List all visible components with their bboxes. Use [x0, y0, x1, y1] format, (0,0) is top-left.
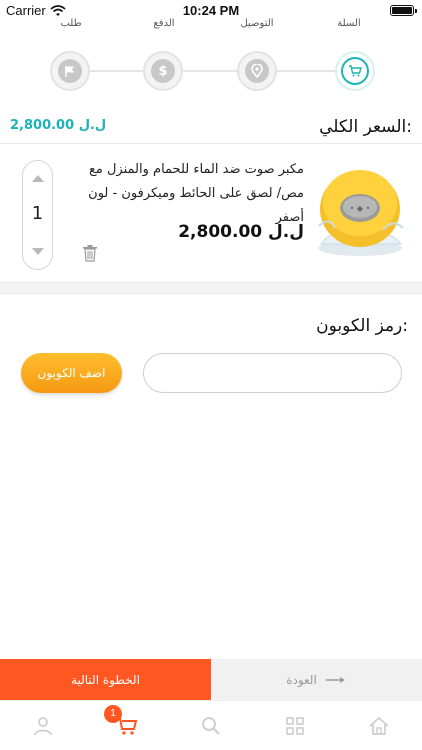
tab-profile[interactable]: [30, 713, 56, 739]
arrow-right-icon: [325, 676, 345, 683]
dollar-icon: $: [151, 59, 175, 83]
location-pin-icon: [245, 59, 269, 83]
yellow-speaker-product-image[interactable]: • ◆ •: [313, 156, 408, 261]
step-payment[interactable]: $: [143, 51, 183, 91]
coupon-label: رمز الكوبون:: [316, 316, 408, 336]
bottom-tab-bar: 1: [0, 700, 422, 750]
categories-icon: [286, 717, 304, 735]
tab-home[interactable]: [366, 713, 392, 739]
battery-icon: [390, 5, 417, 16]
svg-text:• ◆ •: • ◆ •: [350, 204, 371, 213]
coupon-input[interactable]: [143, 353, 402, 393]
next-step-button[interactable]: الخطوة التالية: [0, 659, 211, 700]
step-delivery[interactable]: [237, 51, 277, 91]
tab-cart[interactable]: 1: [104, 705, 140, 739]
checkout-steps: السلة التوصيل الدفع طلب $: [0, 16, 422, 96]
profile-icon: [34, 717, 52, 736]
quantity-value: 1: [31, 203, 44, 224]
cart-count-badge: 1: [104, 705, 122, 723]
quantity-stepper[interactable]: 1: [22, 160, 53, 270]
tab-categories[interactable]: [282, 713, 308, 739]
back-label: العودة: [286, 672, 317, 687]
back-button[interactable]: العودة: [211, 659, 422, 700]
checkout-actions: الخطوة التالية العودة: [0, 659, 422, 700]
total-summary: السعر الكلي: 2,800.00 ل.ل: [0, 112, 422, 144]
step-cart[interactable]: [335, 51, 375, 91]
trash-icon[interactable]: [82, 244, 98, 262]
increase-quantity-button[interactable]: [32, 175, 44, 182]
step-label-cart: السلة: [337, 18, 361, 29]
product-title[interactable]: مكبر صوت ضد الماء للحمام والمنزل مع مص/ …: [74, 158, 304, 230]
tab-search[interactable]: [198, 713, 224, 739]
decrease-quantity-button[interactable]: [32, 248, 44, 255]
total-value: 2,800.00 ل.ل: [10, 118, 107, 133]
search-icon: [202, 717, 220, 735]
step-label-payment: الدفع: [153, 18, 175, 29]
home-icon: [369, 716, 389, 735]
add-coupon-button[interactable]: اضف الكوبون: [21, 353, 122, 393]
step-label-delivery: التوصيل: [240, 18, 274, 29]
step-order[interactable]: [50, 51, 90, 91]
section-divider: [0, 282, 422, 294]
step-connector: [275, 70, 335, 72]
step-label-order: طلب: [60, 18, 82, 29]
product-price: 2,800.00 ل.ل: [178, 222, 304, 242]
flag-icon: [58, 59, 82, 83]
cart-item: • ◆ • مكبر صوت ضد الماء للحمام والمنزل م…: [12, 152, 410, 272]
total-label: السعر الكلي:: [319, 117, 412, 137]
cart-icon: [341, 57, 369, 85]
